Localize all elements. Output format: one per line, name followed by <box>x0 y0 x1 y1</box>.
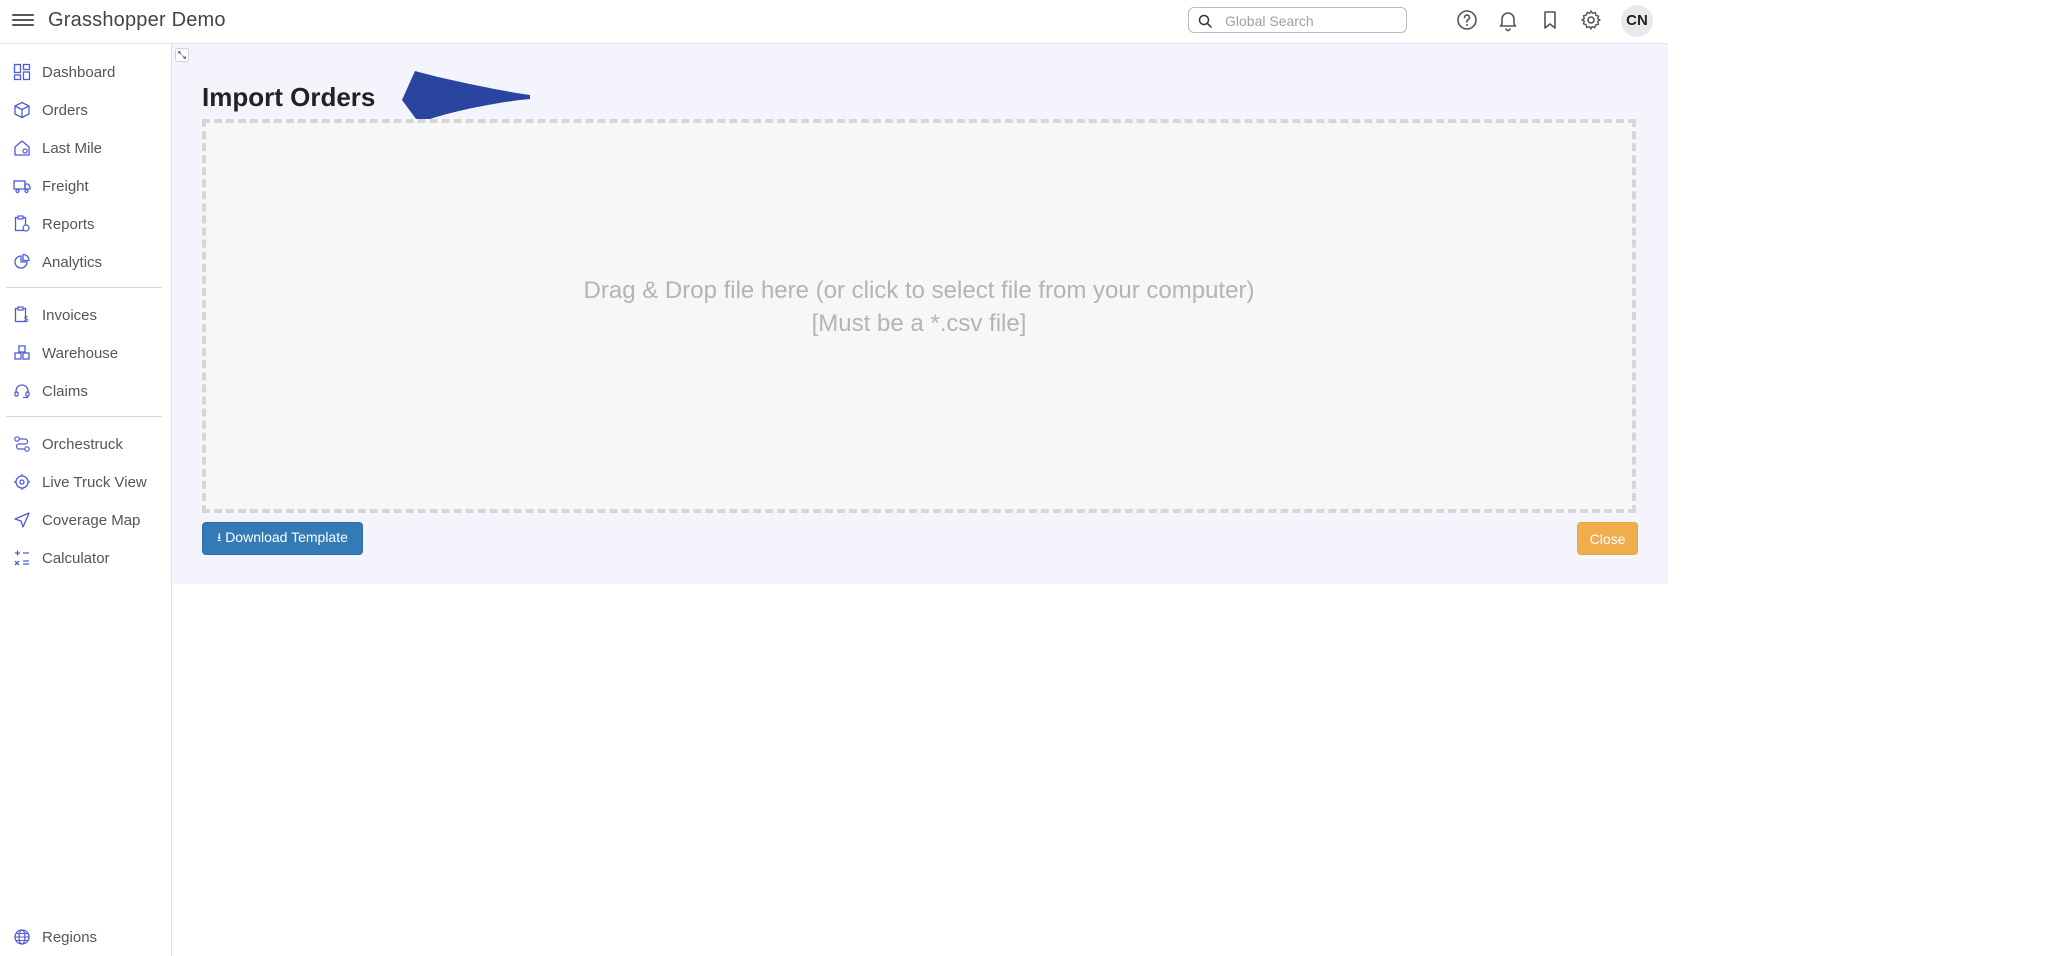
sidebar-item-orders[interactable]: Orders <box>0 94 170 126</box>
global-search[interactable] <box>1188 7 1407 33</box>
expand-icon[interactable] <box>175 48 189 62</box>
sidebar-item-label: Reports <box>42 216 95 233</box>
truck-icon <box>13 180 31 194</box>
route-icon <box>14 436 30 452</box>
sidebar-item-label: Analytics <box>42 254 103 271</box>
help-icon[interactable] <box>1455 8 1479 32</box>
sidebar-item-freight[interactable]: Freight <box>0 170 170 202</box>
search-icon <box>1198 14 1212 28</box>
sidebar-item-warehouse[interactable]: Warehouse <box>0 337 170 369</box>
sidebar-item-label: Claims <box>42 383 88 400</box>
sidebar-item-analytics[interactable]: Analytics <box>0 246 170 278</box>
download-icon: ⭳ <box>217 530 222 544</box>
sidebar-item-live-truck-view[interactable]: Live Truck View <box>0 466 170 498</box>
sidebar-item-label: Invoices <box>42 307 98 324</box>
top-bar: Grasshopper Demo CN <box>0 0 1668 44</box>
sidebar-divider <box>6 287 162 288</box>
sidebar-item-last-mile[interactable]: Last Mile <box>0 132 170 164</box>
sidebar-item-label: Dashboard <box>42 64 116 81</box>
sidebar-item-label: Calculator <box>42 550 110 567</box>
headset-icon <box>14 384 30 399</box>
search-input[interactable] <box>1223 11 1397 31</box>
dashboard-icon <box>13 63 31 81</box>
user-avatar[interactable]: CN <box>1621 5 1653 37</box>
sidebar-item-dashboard[interactable]: Dashboard <box>0 56 170 88</box>
download-template-label: Download Template <box>225 529 348 545</box>
settings-gear-icon[interactable] <box>1579 8 1603 32</box>
report-icon <box>14 215 30 232</box>
sidebar-item-label: Orders <box>42 102 88 119</box>
sidebar-item-label: Orchestruck <box>42 436 123 453</box>
target-icon <box>14 474 30 490</box>
sidebar-item-label: Warehouse <box>42 345 119 362</box>
hamburger-menu-icon[interactable] <box>12 11 34 31</box>
calculator-icon <box>14 550 29 566</box>
close-button[interactable]: Close <box>1577 522 1638 555</box>
warehouse-icon <box>14 345 30 360</box>
file-dropzone[interactable]: Drag & Drop file here (or click to selec… <box>202 119 1636 513</box>
sidebar-item-label: Coverage Map <box>42 512 141 529</box>
house-icon <box>14 140 30 156</box>
invoice-icon: $ <box>14 306 29 324</box>
bookmark-icon[interactable] <box>1538 8 1562 32</box>
sidebar-divider <box>6 416 162 417</box>
box-icon <box>14 101 30 119</box>
download-template-button[interactable]: ⭳ Download Template <box>202 522 363 555</box>
page-title: Import Orders <box>202 82 376 112</box>
sidebar-item-coverage-map[interactable]: Coverage Map <box>0 504 170 536</box>
analytics-icon <box>14 253 30 269</box>
sidebar-item-reports[interactable]: Reports <box>0 208 170 240</box>
sidebar: Dashboard Orders Last Mile Freight Repor… <box>0 44 172 956</box>
sidebar-item-claims[interactable]: Claims <box>0 375 170 407</box>
dropzone-instruction: Drag & Drop file here (or click to selec… <box>583 277 1255 304</box>
import-orders-panel: Import Orders Drag & Drop file here (or … <box>172 44 1668 584</box>
globe-icon <box>14 929 30 945</box>
sidebar-item-label: Live Truck View <box>42 474 147 491</box>
sidebar-item-orchestruck[interactable]: Orchestruck <box>0 428 170 460</box>
sidebar-item-regions[interactable]: Regions <box>0 921 170 953</box>
sidebar-item-label: Last Mile <box>42 140 103 157</box>
app-title: Grasshopper Demo <box>48 9 226 31</box>
sidebar-item-calculator[interactable]: Calculator <box>0 542 170 574</box>
svg-text:$: $ <box>24 315 29 324</box>
dropzone-file-requirement: [Must be a *.csv file] <box>811 310 1027 337</box>
navigation-icon <box>14 512 30 528</box>
sidebar-item-label: Regions <box>42 929 98 946</box>
sidebar-item-label: Freight <box>42 178 89 195</box>
sidebar-item-invoices[interactable]: $ Invoices <box>0 299 170 331</box>
notification-bell-icon[interactable] <box>1496 8 1520 32</box>
